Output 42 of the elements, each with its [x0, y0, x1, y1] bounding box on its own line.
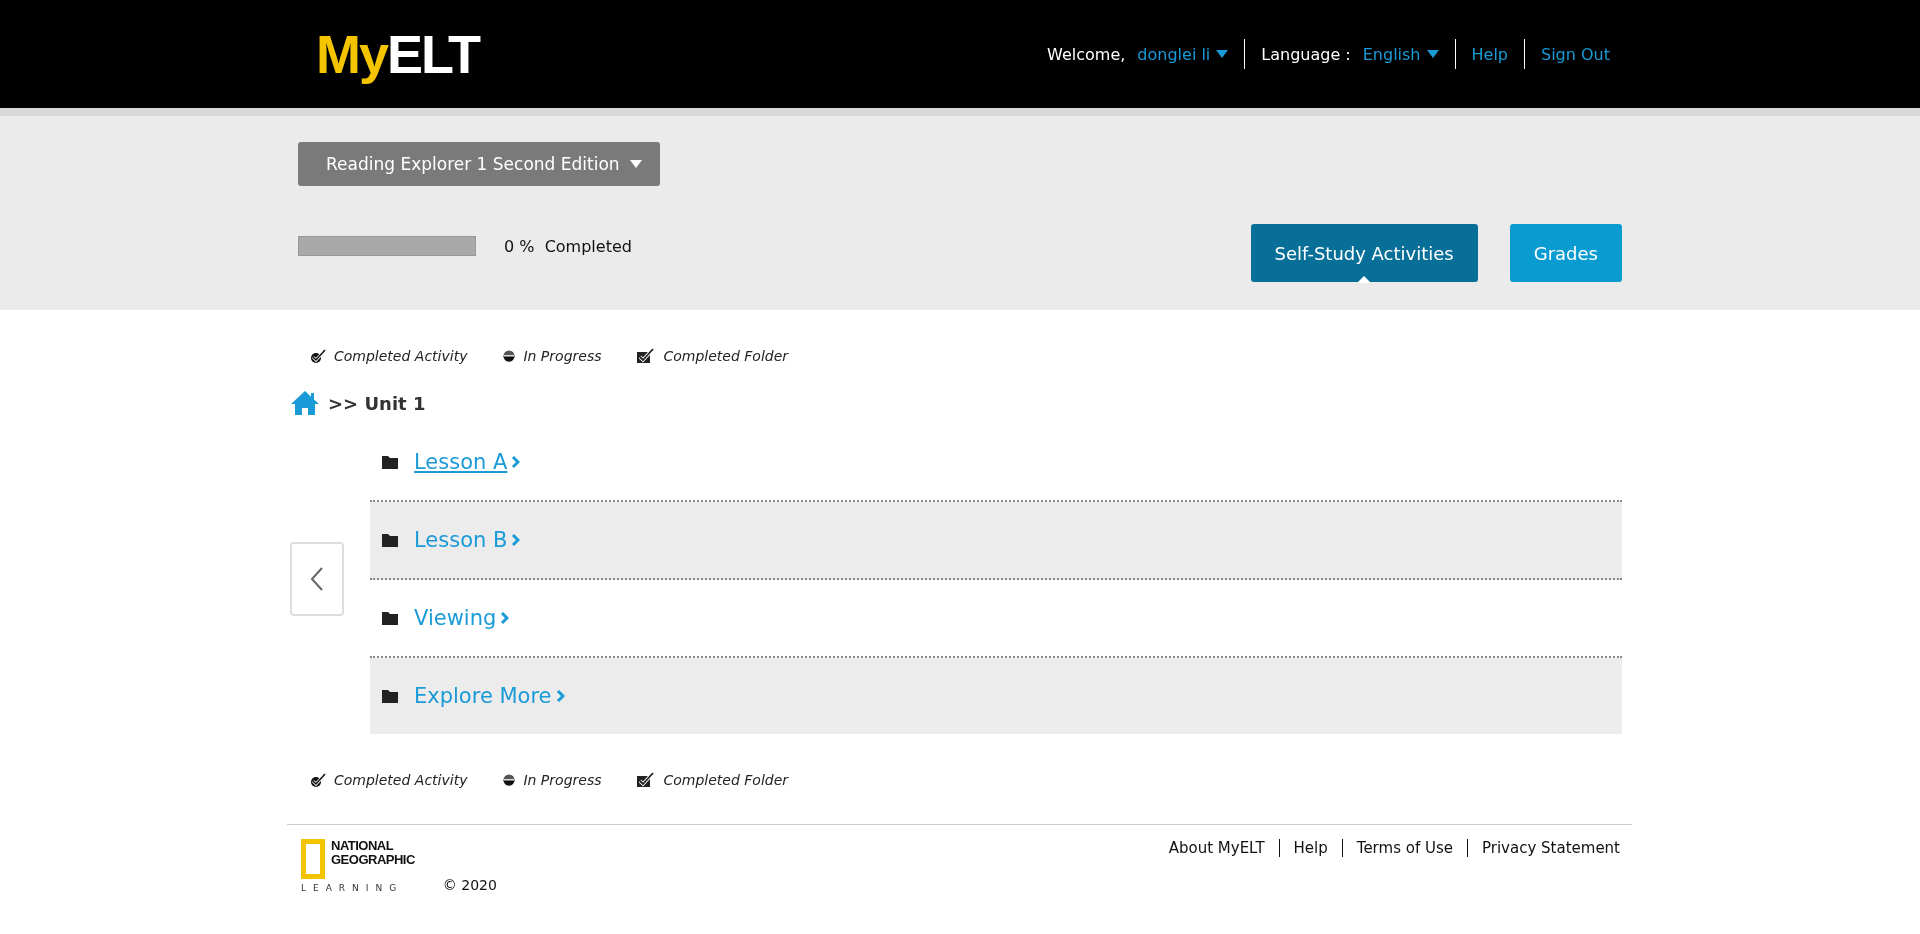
header-link[interactable]: Help: [1471, 44, 1508, 64]
caret-icon: [629, 160, 642, 168]
legend-label: In Progress: [503, 772, 602, 788]
folder-icon: [382, 689, 398, 703]
chevron-right-icon: [500, 611, 510, 625]
chevron-right-icon: [511, 455, 521, 469]
half-circle-icon: [503, 350, 516, 362]
chevron-left-icon: [310, 566, 324, 592]
header-link[interactable]: Sign Out: [1541, 44, 1610, 64]
user-menu[interactable]: donglei li: [1137, 44, 1229, 64]
home-icon[interactable]: [290, 390, 320, 416]
legend-label: Completed Folder: [637, 772, 789, 788]
checked-box-icon: [637, 348, 656, 364]
legend-label: In Progress: [503, 348, 602, 364]
footer-link[interactable]: Help: [1293, 839, 1328, 857]
copyright: © 2020: [442, 877, 497, 893]
checked-box-icon: [637, 772, 656, 788]
welcome-label: Welcome,: [1047, 44, 1126, 64]
folder-icon: [382, 533, 398, 547]
folder-icon: [382, 455, 398, 469]
tab[interactable]: Self-Study Activities: [1250, 224, 1478, 282]
footer-link[interactable]: About MyELT: [1168, 839, 1265, 857]
footer-link[interactable]: Privacy Statement: [1482, 839, 1620, 857]
legend-label: Completed Folder: [637, 348, 789, 364]
check-mark-icon: [310, 348, 326, 364]
caret-icon: [1216, 50, 1229, 58]
caret-icon: [1426, 50, 1439, 58]
language-menu[interactable]: English: [1362, 44, 1439, 64]
half-circle-icon: [503, 774, 516, 786]
chevron-right-icon: [511, 533, 521, 547]
logo: MyELT: [316, 23, 479, 85]
language-label: Language :: [1261, 44, 1351, 64]
course-dropdown[interactable]: Reading Explorer 1 Second Edition: [298, 142, 660, 186]
breadcrumb: >> Unit 1: [328, 392, 426, 414]
folder-icon: [382, 611, 398, 625]
legend-label: Completed Activity: [310, 772, 468, 788]
footer-link[interactable]: Terms of Use: [1356, 839, 1453, 857]
chevron-right-icon: [555, 689, 565, 703]
check-mark-icon: [310, 772, 326, 788]
progress-text: 0 % Completed: [504, 236, 632, 256]
legend-label: Completed Activity: [310, 348, 468, 364]
publisher-logo: NATIONAL GEOGRAPHIC LEARNING: [301, 839, 415, 893]
